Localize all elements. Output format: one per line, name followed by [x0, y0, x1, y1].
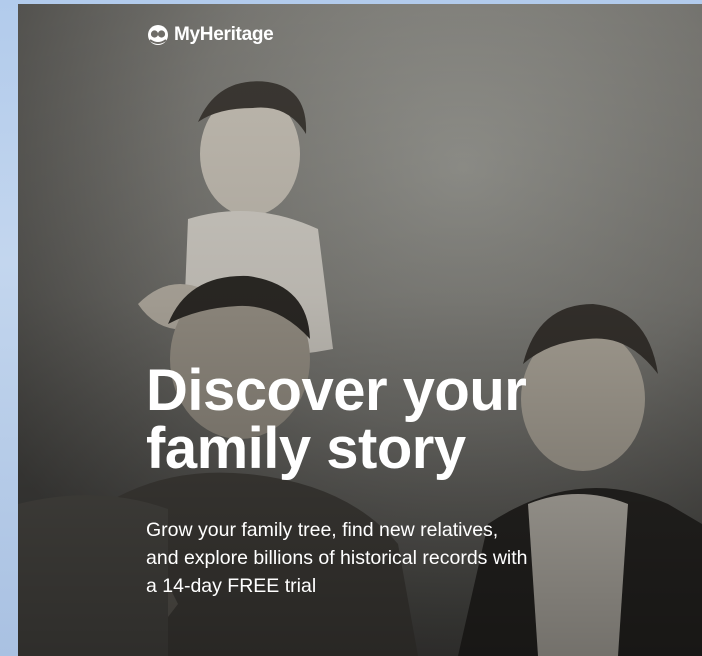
- myheritage-logo[interactable]: MyHeritage: [146, 24, 274, 46]
- subtext-line-1: Grow your family tree, find new relative…: [146, 519, 499, 541]
- headline-line-1: Discover your: [146, 358, 527, 423]
- hero-subtext: Grow your family tree, find new relative…: [146, 516, 666, 600]
- hero-headline: Discover your family story: [146, 362, 686, 478]
- myheritage-logo-icon: [148, 25, 168, 45]
- hero-banner[interactable]: MyHeritage Discover your family story Gr…: [18, 4, 702, 656]
- page-background: MyHeritage Discover your family story Gr…: [0, 0, 702, 656]
- subtext-line-2: and explore billions of historical recor…: [146, 547, 528, 569]
- headline-line-2: family story: [146, 416, 466, 481]
- subtext-line-3: a 14-day FREE trial: [146, 575, 317, 597]
- brand-name: MyHeritage: [174, 24, 274, 45]
